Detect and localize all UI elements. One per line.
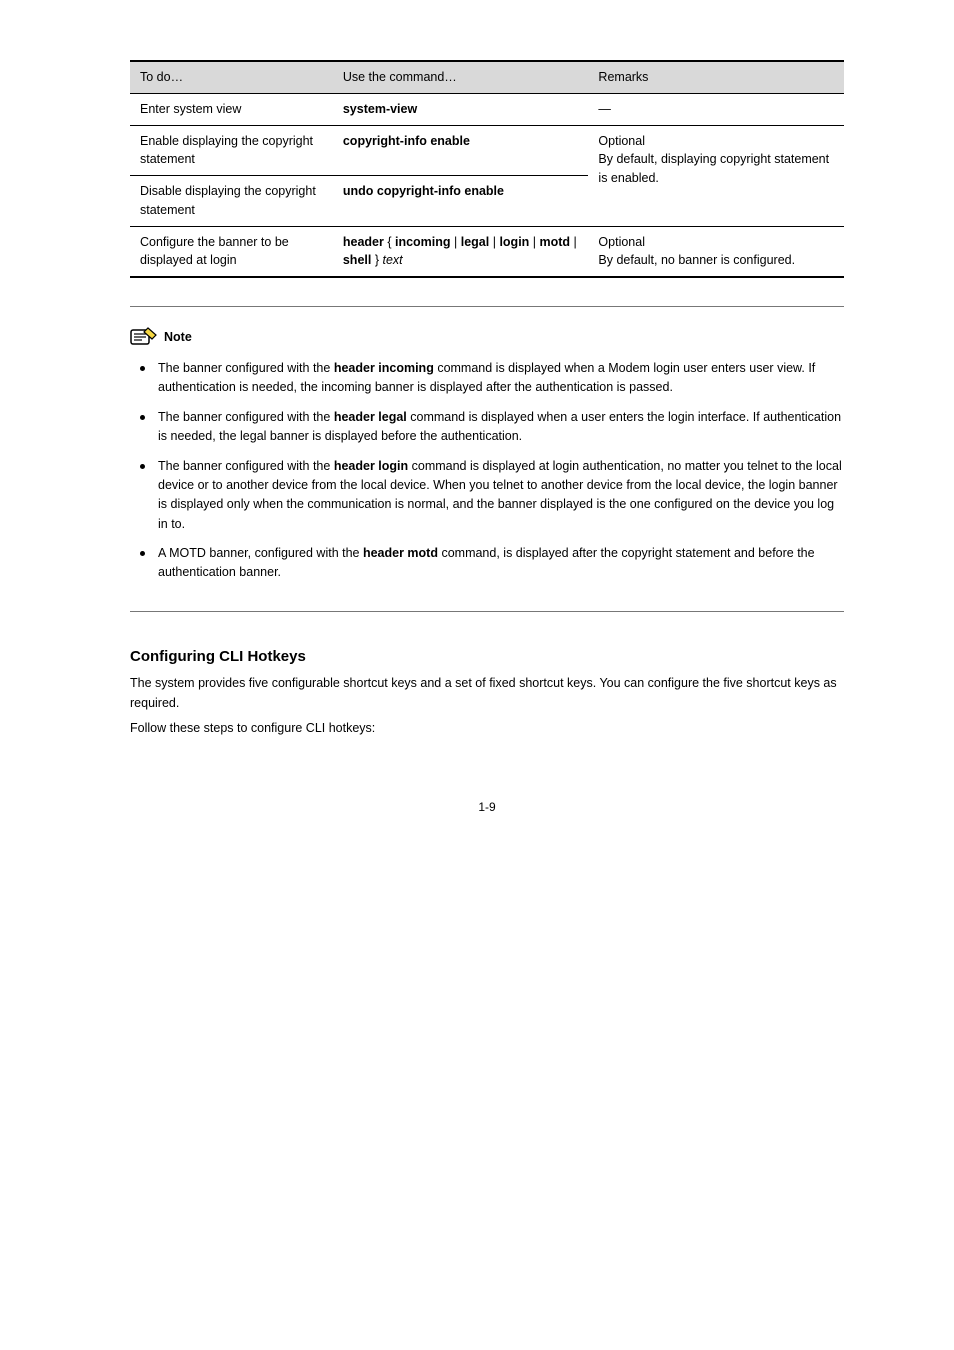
cell-command: undo copyright-info enable [333,176,589,227]
section-paragraph: Follow these steps to configure CLI hotk… [130,719,844,738]
section-paragraph: The system provides five configurable sh… [130,674,844,713]
cell-todo: Enable displaying the copyright statemen… [130,125,333,176]
cell-todo: Disable displaying the copyright stateme… [130,176,333,227]
cell-command: system-view [333,93,589,125]
col-header-command: Use the command… [333,61,589,93]
note-icon [130,325,158,349]
cell-todo: Enter system view [130,93,333,125]
note-list-item: The banner configured with the header in… [130,359,844,398]
cell-command: header { incoming | legal | login | motd… [333,226,589,277]
cell-remarks: OptionalBy default, no banner is configu… [588,226,844,277]
note-header: Note [130,325,844,349]
note-list: The banner configured with the header in… [130,359,844,583]
cell-remarks: — [588,93,844,125]
note-label: Note [164,328,192,347]
note-list-item: The banner configured with the header le… [130,408,844,447]
page-number: 1-9 [130,798,844,816]
col-header-remarks: Remarks [588,61,844,93]
section-title-configuring-cli-hotkeys: Configuring CLI Hotkeys [130,646,844,669]
table-row: Enable displaying the copyright statemen… [130,125,844,176]
table-row: Enter system viewsystem-view— [130,93,844,125]
command-table: To do… Use the command… Remarks Enter sy… [130,60,844,278]
note-box: Note The banner configured with the head… [130,306,844,612]
cell-todo: Configure the banner to be displayed at … [130,226,333,277]
note-list-item: A MOTD banner, configured with the heade… [130,544,844,583]
table-row: Configure the banner to be displayed at … [130,226,844,277]
cell-remarks: OptionalBy default, displaying copyright… [588,125,844,226]
note-list-item: The banner configured with the header lo… [130,457,844,535]
table-header-row: To do… Use the command… Remarks [130,61,844,93]
col-header-todo: To do… [130,61,333,93]
cell-command: copyright-info enable [333,125,589,176]
